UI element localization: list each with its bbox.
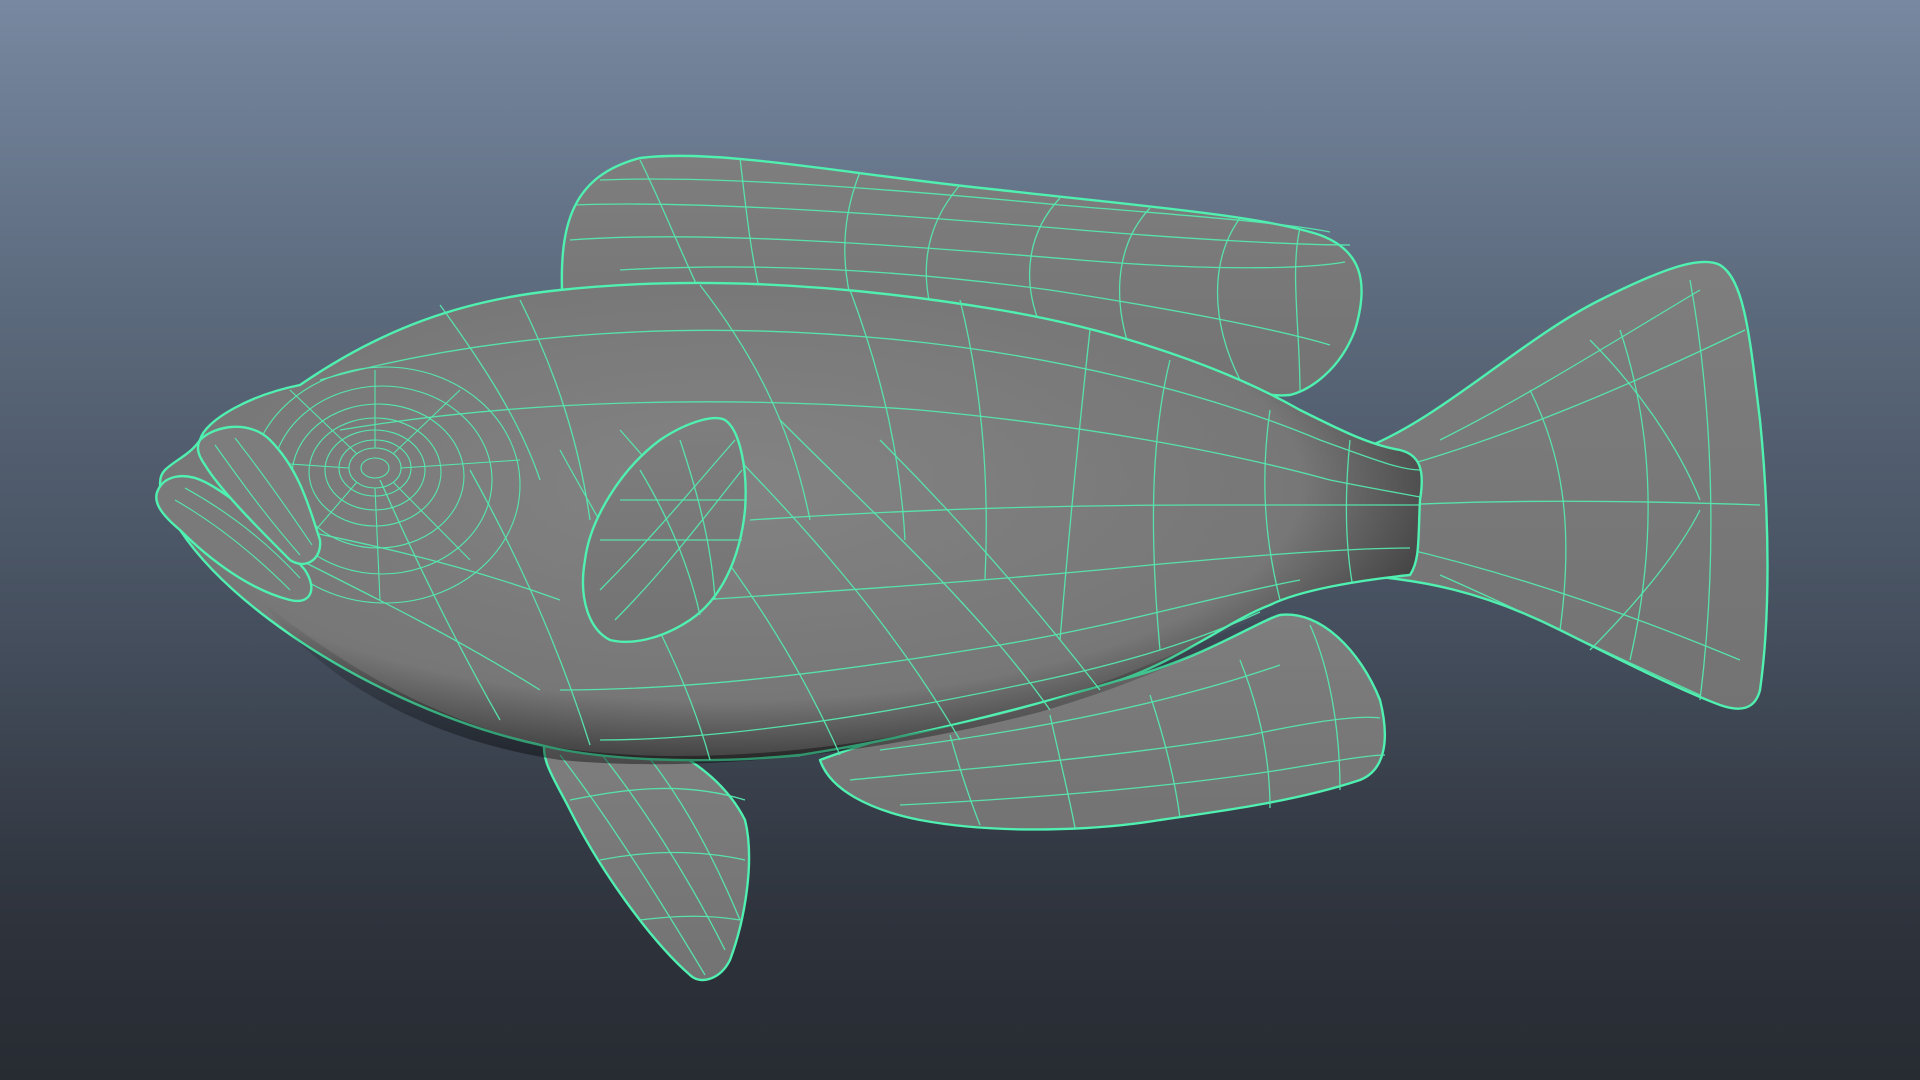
fish-mesh-model[interactable] [0, 0, 1920, 1080]
3d-viewport[interactable] [0, 0, 1920, 1080]
